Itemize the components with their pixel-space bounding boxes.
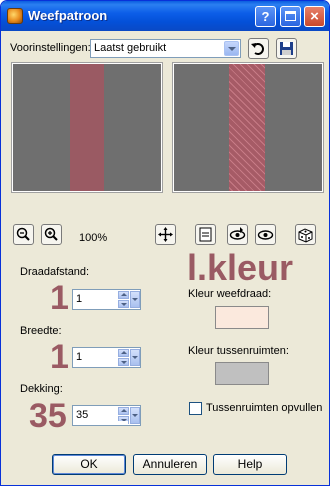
decrement-icon[interactable] [118, 358, 129, 366]
randomize-icon [298, 228, 313, 243]
chevron-down-icon[interactable] [224, 41, 239, 56]
title-bar[interactable]: Weefpatroon ? × [1, 1, 329, 31]
zoom-out-button[interactable] [13, 224, 34, 245]
app-icon [7, 8, 23, 24]
zoom-level: 100% [79, 232, 108, 244]
maximize-button[interactable] [280, 6, 301, 27]
dekking-level-bar [74, 421, 128, 424]
randomize-button[interactable] [295, 224, 316, 245]
draadafstand-spinner[interactable]: 1 [72, 289, 141, 310]
help-title-button[interactable]: ? [255, 6, 276, 27]
draadafstand-label: Draadafstand: [20, 266, 90, 278]
overlay-text: l.kleur [187, 247, 294, 288]
breedte-spinner[interactable]: 1 [72, 347, 141, 368]
ok-button[interactable]: OK [52, 454, 126, 475]
fill-gaps-checkbox[interactable] [189, 402, 202, 415]
help-button[interactable]: Help [213, 454, 287, 475]
weefdraad-color-swatch[interactable] [215, 306, 269, 329]
result-preview[interactable] [172, 62, 324, 193]
pan-button[interactable] [155, 224, 176, 245]
chevron-down-icon[interactable] [130, 349, 140, 366]
fill-gaps-label: Tussenruimten opvullen [206, 402, 323, 414]
breedte-stepper[interactable] [118, 349, 129, 366]
original-preview[interactable] [11, 62, 163, 193]
proof-button[interactable] [227, 224, 248, 245]
cancel-button[interactable]: Annuleren [133, 454, 207, 475]
window-title: Weefpatroon [28, 8, 108, 23]
tussenruimten-color-swatch[interactable] [215, 362, 269, 385]
proof-icon [229, 227, 246, 240]
help-icon: ? [261, 9, 270, 24]
close-icon: × [310, 8, 319, 25]
floppy-disk-icon [280, 42, 293, 55]
breedte-label: Breedte: [20, 325, 62, 337]
zoom-out-icon [16, 227, 30, 241]
woven-strand [229, 64, 265, 191]
increment-icon[interactable] [118, 291, 129, 299]
zoom-in-icon [44, 227, 58, 241]
save-preset-button[interactable] [276, 38, 297, 59]
auto-proof-button[interactable] [255, 224, 276, 245]
presets-dropdown[interactable]: Laatst gebruikt [90, 39, 241, 58]
draadafstand-annotation: 1 [50, 279, 69, 317]
presets-label: Voorinstellingen: [10, 42, 91, 54]
increment-icon[interactable] [118, 349, 129, 357]
dialog-window: Weefpatroon ? × Voorinstellingen: Laatst… [0, 0, 330, 486]
maximize-icon [285, 11, 296, 21]
decrement-icon[interactable] [118, 300, 129, 308]
weefdraad-color-label: Kleur weefdraad: [188, 288, 272, 300]
chevron-down-icon[interactable] [130, 291, 140, 308]
close-button[interactable]: × [304, 6, 325, 27]
breedte-value[interactable]: 1 [76, 351, 82, 363]
auto-proof-icon [257, 230, 274, 240]
draadafstand-stepper[interactable] [118, 291, 129, 308]
reset-arrow-icon [251, 43, 264, 55]
zoom-in-button[interactable] [41, 224, 62, 245]
dekking-value[interactable]: 35 [76, 409, 88, 421]
pan-icon [158, 227, 173, 242]
breedte-annotation: 1 [50, 338, 69, 376]
preview-toggle-button[interactable] [195, 224, 216, 245]
dekking-spinner[interactable]: 35 [72, 405, 141, 426]
presets-selected-value: Laatst gebruikt [94, 42, 167, 54]
preview-toggle-icon [199, 227, 212, 242]
tussenruimten-color-label: Kleur tussenruimten: [188, 345, 289, 357]
original-strand [70, 64, 104, 191]
chevron-down-icon[interactable] [130, 407, 140, 424]
dekking-label: Dekking: [20, 383, 63, 395]
reset-preset-button[interactable] [248, 38, 269, 59]
dekking-annotation: 35 [29, 397, 67, 435]
increment-icon[interactable] [118, 407, 129, 415]
draadafstand-value[interactable]: 1 [76, 293, 82, 305]
